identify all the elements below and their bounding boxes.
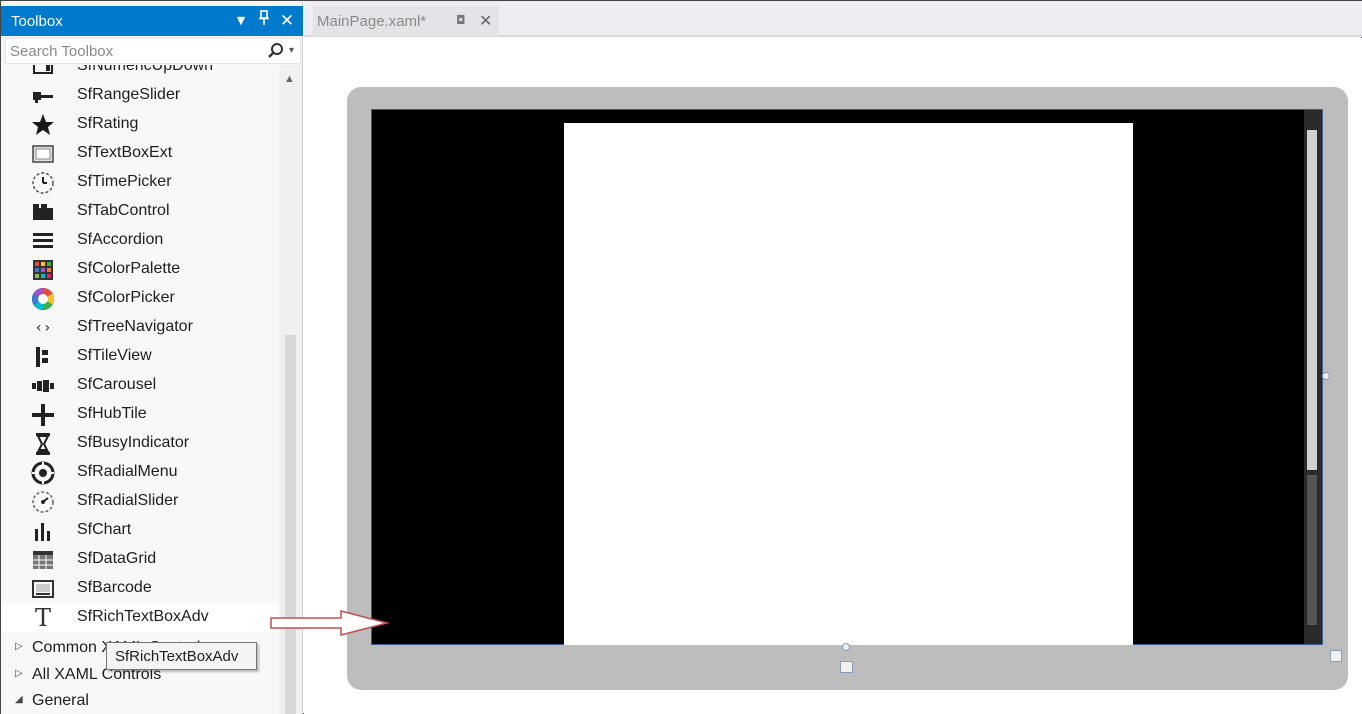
toolbox-item-label: SfBarcode — [77, 579, 152, 596]
toolbox-item-sfcarousel[interactable]: SfCarousel — [1, 371, 279, 400]
clock-icon — [31, 171, 55, 195]
designer-scrollbar-thumb[interactable] — [1307, 130, 1317, 470]
toolbox-item-sfbusyindicator[interactable]: SfBusyIndicator — [1, 429, 279, 458]
toolbox-item-sftabcontrol[interactable]: SfTabControl — [1, 197, 279, 226]
collapse-arrow-icon[interactable]: ◢ — [15, 694, 23, 705]
pin-svg — [259, 10, 269, 25]
page-canvas[interactable] — [564, 123, 1133, 645]
toolbox-item-label: SfTileView — [77, 347, 152, 364]
search-input[interactable] — [10, 41, 250, 61]
toolbox-item-label: SfTabControl — [77, 202, 170, 219]
scrollbar-thumb[interactable] — [285, 335, 296, 714]
toolbox-header: Toolbox ▼ ✕ — [1, 6, 303, 36]
tooltip: SfRichTextBoxAdv — [106, 642, 257, 670]
toolbox-item-label: SfRating — [77, 115, 139, 132]
bar-chart-icon — [31, 519, 55, 543]
toolbox-item-sfrangeslider[interactable]: SfRangeSlider — [1, 81, 279, 110]
toolbox-item-label: SfTextBoxExt — [77, 144, 173, 161]
tab-label: MainPage.xaml* — [317, 13, 427, 30]
toolbox-item-label: SfTimePicker — [77, 173, 172, 190]
resize-handle-right[interactable] — [1322, 372, 1330, 380]
toolbox-item-label: SfHubTile — [77, 405, 147, 422]
radial-menu-icon — [31, 461, 55, 485]
device-screen[interactable] — [371, 109, 1323, 645]
resize-grip-bottom[interactable] — [840, 661, 853, 673]
toolbox-item-sfcolorpalette[interactable]: SfColorPalette — [1, 255, 279, 284]
toolbox-item-label: SfRangeSlider — [77, 86, 181, 103]
tile-view-icon — [31, 345, 55, 369]
annotation-arrow — [270, 610, 390, 636]
range-slider-icon — [31, 84, 55, 108]
toolbox-item-partial[interactable]: SfNumericUpDown — [1, 65, 279, 81]
designer-scrollbar-track[interactable] — [1307, 475, 1317, 625]
star-icon — [31, 113, 55, 137]
toolbox-item-sftreenavigator[interactable]: ‹› SfTreeNavigator — [1, 313, 279, 342]
toolbox-item-sftimepicker[interactable]: SfTimePicker — [1, 168, 279, 197]
code-brackets-icon: ‹› — [34, 320, 52, 336]
toolbox-item-label: SfChart — [77, 521, 132, 538]
close-tab-icon[interactable]: ✕ — [479, 11, 492, 30]
search-box[interactable]: ▾ — [5, 38, 301, 64]
toolbox-item-sfdatagrid[interactable]: SfDataGrid — [1, 545, 279, 574]
toolbox-item-sfcolorpicker[interactable]: SfColorPicker — [1, 284, 279, 313]
close-icon[interactable]: ✕ — [277, 10, 297, 32]
toolbox-item-label: SfRichTextBoxAdv — [77, 608, 209, 625]
toolbox-item-sfbarcode[interactable]: SfBarcode — [1, 574, 279, 603]
toolbox-item-label: SfRadialSlider — [77, 492, 179, 509]
expand-arrow-icon[interactable]: ▷ — [15, 668, 23, 679]
toolbox-item-sfrating[interactable]: SfRating — [1, 110, 279, 139]
toolbox-item-label: SfDataGrid — [77, 550, 157, 567]
search-options-chevron-icon[interactable]: ▾ — [289, 45, 294, 56]
designer-scrollbar[interactable] — [1304, 110, 1322, 644]
toolbox-item-label: SfColorPalette — [77, 260, 181, 277]
toolbox-item-sfrichtextboxadv[interactable]: T SfRichTextBoxAdv — [1, 603, 279, 632]
toolbox-item-label: SfNumericUpDown — [77, 65, 214, 74]
document-tab-strip: MainPage.xaml* ◘ ✕ — [304, 1, 1362, 37]
toolbox-item-sfradialslider[interactable]: SfRadialSlider — [1, 487, 279, 516]
textbox-icon — [31, 142, 55, 166]
toolbox-item-label: SfColorPicker — [77, 289, 175, 306]
carousel-icon — [31, 374, 55, 398]
toolbox-list: SfNumericUpDown SfRangeSlider SfRating S… — [1, 65, 279, 714]
color-palette-icon — [31, 258, 55, 282]
radial-slider-icon — [31, 490, 55, 514]
barcode-icon — [31, 577, 55, 601]
toolbox-item-sfchart[interactable]: SfChart — [1, 516, 279, 545]
toolbox-panel: Toolbox ▼ ✕ ▾ SfNumericUpDown — [1, 1, 303, 714]
pin-tab-icon[interactable]: ◘ — [456, 13, 466, 27]
search-icon[interactable] — [266, 41, 286, 61]
color-wheel-icon — [31, 287, 55, 311]
toolbox-item-label: SfRadialMenu — [77, 463, 178, 480]
toolbox-item-label: SfAccordion — [77, 231, 164, 248]
resize-grip-corner[interactable] — [1330, 650, 1342, 662]
toolbox-item-sftextboxext[interactable]: SfTextBoxExt — [1, 139, 279, 168]
toolbox-group-general[interactable]: ◢ General — [1, 689, 279, 714]
device-frame — [347, 87, 1348, 690]
group-label: General — [32, 692, 89, 709]
toolbox-item-sfhubtile[interactable]: SfHubTile — [1, 400, 279, 429]
accordion-icon — [31, 229, 55, 253]
toolbox-item-sfaccordion[interactable]: SfAccordion — [1, 226, 279, 255]
tab-control-icon — [31, 200, 55, 224]
toolbox-item-sftileview[interactable]: SfTileView — [1, 342, 279, 371]
hub-tile-icon — [31, 403, 55, 427]
text-t-icon: T — [34, 604, 51, 632]
tab-mainpage-xaml[interactable]: MainPage.xaml* ◘ ✕ — [313, 6, 499, 36]
xaml-design-surface[interactable] — [304, 38, 1362, 714]
toolbox-title: Toolbox — [11, 13, 63, 30]
expand-arrow-icon[interactable]: ▷ — [15, 641, 23, 652]
toolbox-item-label: SfTreeNavigator — [77, 318, 193, 335]
pin-icon[interactable] — [254, 10, 274, 32]
dropdown-icon[interactable]: ▼ — [231, 10, 251, 32]
scroll-up-arrow-icon[interactable]: ▲ — [284, 73, 295, 85]
toolbox-item-label: SfBusyIndicator — [77, 434, 190, 451]
hourglass-icon — [31, 432, 55, 456]
toolbox-item-label: SfCarousel — [77, 376, 157, 393]
numeric-updown-icon — [31, 65, 55, 79]
toolbox-item-sfradialmenu[interactable]: SfRadialMenu — [1, 458, 279, 487]
tooltip-text: SfRichTextBoxAdv — [115, 648, 239, 665]
resize-handle-bottom[interactable] — [842, 643, 850, 651]
data-grid-icon — [31, 548, 55, 572]
